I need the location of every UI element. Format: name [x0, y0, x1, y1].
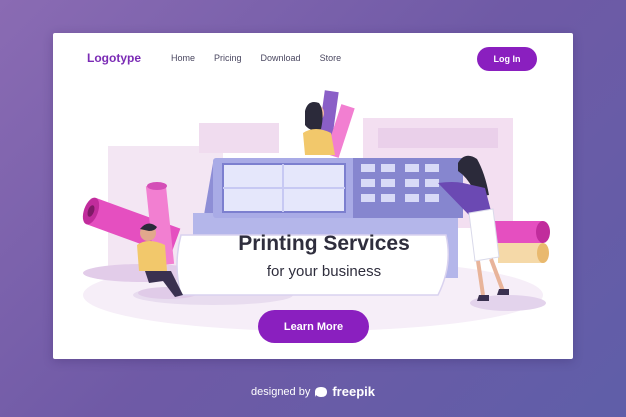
- learn-more-button[interactable]: Learn More: [258, 310, 369, 343]
- login-button[interactable]: Log In: [477, 47, 537, 71]
- nav-item-pricing[interactable]: Pricing: [214, 53, 242, 63]
- hero-subtitle: for your business: [266, 263, 382, 280]
- freepik-credit: designed by freepik: [0, 384, 626, 399]
- logo[interactable]: Logotype: [87, 51, 141, 65]
- woman-carrying-roll: [303, 90, 355, 158]
- nav-item-home[interactable]: Home: [171, 53, 195, 63]
- freepik-logo-icon: [315, 386, 328, 397]
- credit-prefix: designed by: [251, 385, 311, 398]
- hero-title: Printing Services: [238, 232, 410, 255]
- landing-page-card: Logotype Home Pricing Download Store Log…: [53, 33, 573, 359]
- credit-brand: freepik: [332, 384, 375, 399]
- nav-item-store[interactable]: Store: [320, 53, 342, 63]
- nav-item-download[interactable]: Download: [261, 53, 301, 63]
- main-nav: Home Pricing Download Store: [171, 53, 341, 63]
- paper-roll-right: [493, 221, 550, 263]
